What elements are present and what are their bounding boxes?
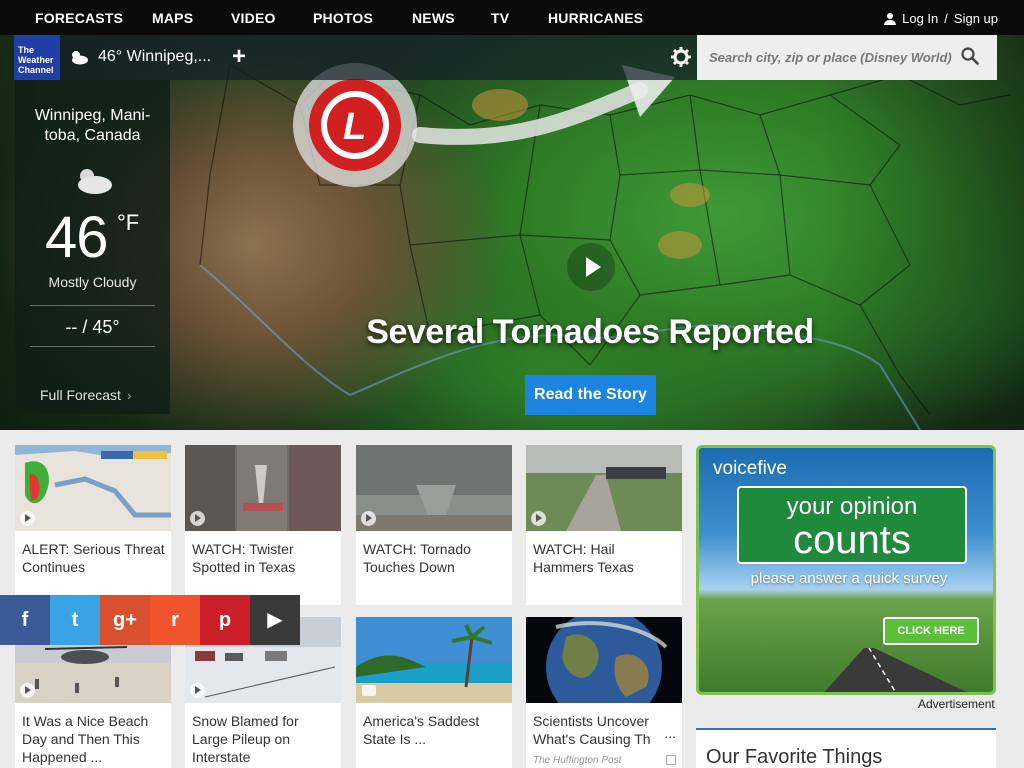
auth-links: Log In / Sign up [884, 11, 998, 26]
card-caption: Snow Blamed for Large Pileup on Intersta… [192, 713, 299, 765]
play-video-icon[interactable] [567, 243, 615, 291]
search-input[interactable] [709, 35, 957, 80]
ad-line-1: your opinion [786, 493, 918, 520]
user-icon [884, 12, 897, 25]
tornado-image [356, 445, 512, 531]
logo-text-2: Weather [18, 55, 54, 65]
hail-image [526, 445, 682, 531]
play-icon [20, 683, 35, 698]
card-thumbnail [356, 617, 512, 703]
survey-advertisement[interactable]: voicefive your opinion counts please ans… [696, 445, 996, 695]
nav-photos[interactable]: PHOTOS [313, 10, 373, 26]
play-icon [531, 511, 546, 526]
card-thumbnail [526, 445, 682, 531]
search-box [697, 35, 997, 80]
external-link-icon[interactable] [666, 755, 676, 765]
weather-phrase: Mostly Cloudy [48, 274, 137, 290]
more-ellipsis: ... [662, 725, 676, 741]
beach-palms-image [356, 617, 512, 703]
threat-map-image [15, 445, 171, 531]
hi-lo-temp: -- / 45° [65, 317, 120, 337]
ad-sign: your opinion counts [737, 486, 967, 564]
favorite-things-section: Our Favorite Things [696, 728, 996, 768]
news-card[interactable]: WATCH: Tornado Touches Down [356, 445, 512, 605]
card-caption: It Was a Nice Beach Day and Then This Ha… [22, 713, 149, 765]
pinterest-icon[interactable]: p [200, 595, 250, 645]
nav-news[interactable]: NEWS [412, 10, 455, 26]
nav-hurricanes[interactable]: HURRICANES [548, 10, 643, 26]
divider [30, 346, 155, 347]
more-share-icon[interactable]: ▶ [250, 595, 300, 645]
play-icon [20, 511, 35, 526]
top-nav: FORECASTS MAPS VIDEO PHOTOS NEWS TV HURR… [0, 0, 1024, 35]
current-conditions-panel: Winnipeg, Mani- toba, Canada 46 °F Mostl… [15, 80, 170, 414]
gear-icon[interactable] [670, 46, 692, 68]
nav-forecasts[interactable]: FORECASTS [35, 10, 123, 26]
card-caption: ALERT: Serious Threat Continues [22, 541, 165, 575]
ad-line-2: counts [793, 518, 911, 562]
chevron-right-icon: › [126, 387, 132, 403]
play-icon [190, 683, 205, 698]
card-thumbnail [356, 445, 512, 531]
divider [30, 305, 155, 306]
card-thumbnail [526, 617, 682, 703]
search-icon[interactable] [961, 47, 979, 65]
ad-brand: voicefive [713, 458, 787, 479]
section-title: Our Favorite Things [706, 746, 883, 768]
ad-click-button[interactable]: CLICK HERE [883, 617, 979, 645]
card-thumbnail [15, 445, 171, 531]
logo-text-1: The [18, 45, 35, 55]
card-source: The Huffington Post [533, 755, 622, 766]
ad-survey-text: please answer a quick survey [750, 570, 948, 587]
news-card[interactable]: WATCH: Hail Hammers Texas [526, 445, 682, 605]
news-card[interactable]: WATCH: Twister Spotted in Texas [185, 445, 341, 605]
nav-maps[interactable]: MAPS [152, 10, 193, 26]
svg-text:L: L [343, 106, 366, 148]
read-story-button[interactable]: Read the Story [525, 375, 656, 415]
twister-image [185, 445, 341, 531]
card-caption: WATCH: Twister Spotted in Texas [192, 541, 296, 575]
googleplus-icon[interactable]: g+ [100, 595, 150, 645]
full-forecast-link[interactable]: Full Forecast › [40, 387, 132, 403]
temp-unit: °F [117, 210, 140, 235]
card-caption: WATCH: Tornado Touches Down [363, 541, 471, 575]
camera-icon [362, 685, 376, 696]
news-card[interactable]: ALERT: Serious Threat Continues [15, 445, 171, 605]
hero-headline[interactable]: Several Tornadoes Reported [330, 313, 850, 352]
weather-channel-logo[interactable]: The Weather Channel [14, 35, 60, 80]
reddit-icon[interactable]: r [150, 595, 200, 645]
nav-tv[interactable]: TV [491, 10, 509, 26]
play-icon [190, 511, 205, 526]
news-card[interactable]: America's Saddest State Is ... [356, 617, 512, 768]
card-thumbnail [185, 445, 341, 531]
cloud-sun-icon [72, 51, 88, 65]
current-temp: 46 [45, 205, 109, 270]
news-card[interactable]: Scientists Uncover What's Causing Th ...… [526, 617, 682, 768]
card-caption: WATCH: Hail Hammers Texas [533, 541, 634, 575]
nav-video[interactable]: VIDEO [231, 10, 276, 26]
play-icon [361, 511, 376, 526]
conditions-city: Winnipeg, Mani- toba, Canada [34, 107, 151, 144]
signup-link[interactable]: Sign up [954, 11, 998, 26]
saved-location[interactable]: 46° Winnipeg,... [98, 48, 211, 66]
hero-banner[interactable]: L The Weather Channel 46° Winnipeg,... + [0, 35, 1024, 430]
card-caption: America's Saddest State Is ... [363, 713, 480, 747]
road-image [824, 648, 967, 692]
sub-nav: The Weather Channel 46° Winnipeg,... + [14, 35, 997, 80]
twitter-icon[interactable]: t [50, 595, 100, 645]
share-bar: f t g+ r p ▶ [0, 595, 300, 645]
full-forecast-label: Full Forecast [40, 387, 121, 403]
mostly-cloudy-icon [78, 169, 112, 194]
logo-text-3: Channel [18, 65, 54, 75]
login-link[interactable]: Log In [902, 11, 938, 26]
earth-image [526, 617, 682, 703]
facebook-icon[interactable]: f [0, 595, 50, 645]
auth-separator: / [944, 11, 948, 26]
card-caption: Scientists Uncover What's Causing Th [533, 713, 651, 747]
advertisement-label: Advertisement [918, 697, 995, 711]
add-location-button[interactable]: + [228, 44, 250, 70]
